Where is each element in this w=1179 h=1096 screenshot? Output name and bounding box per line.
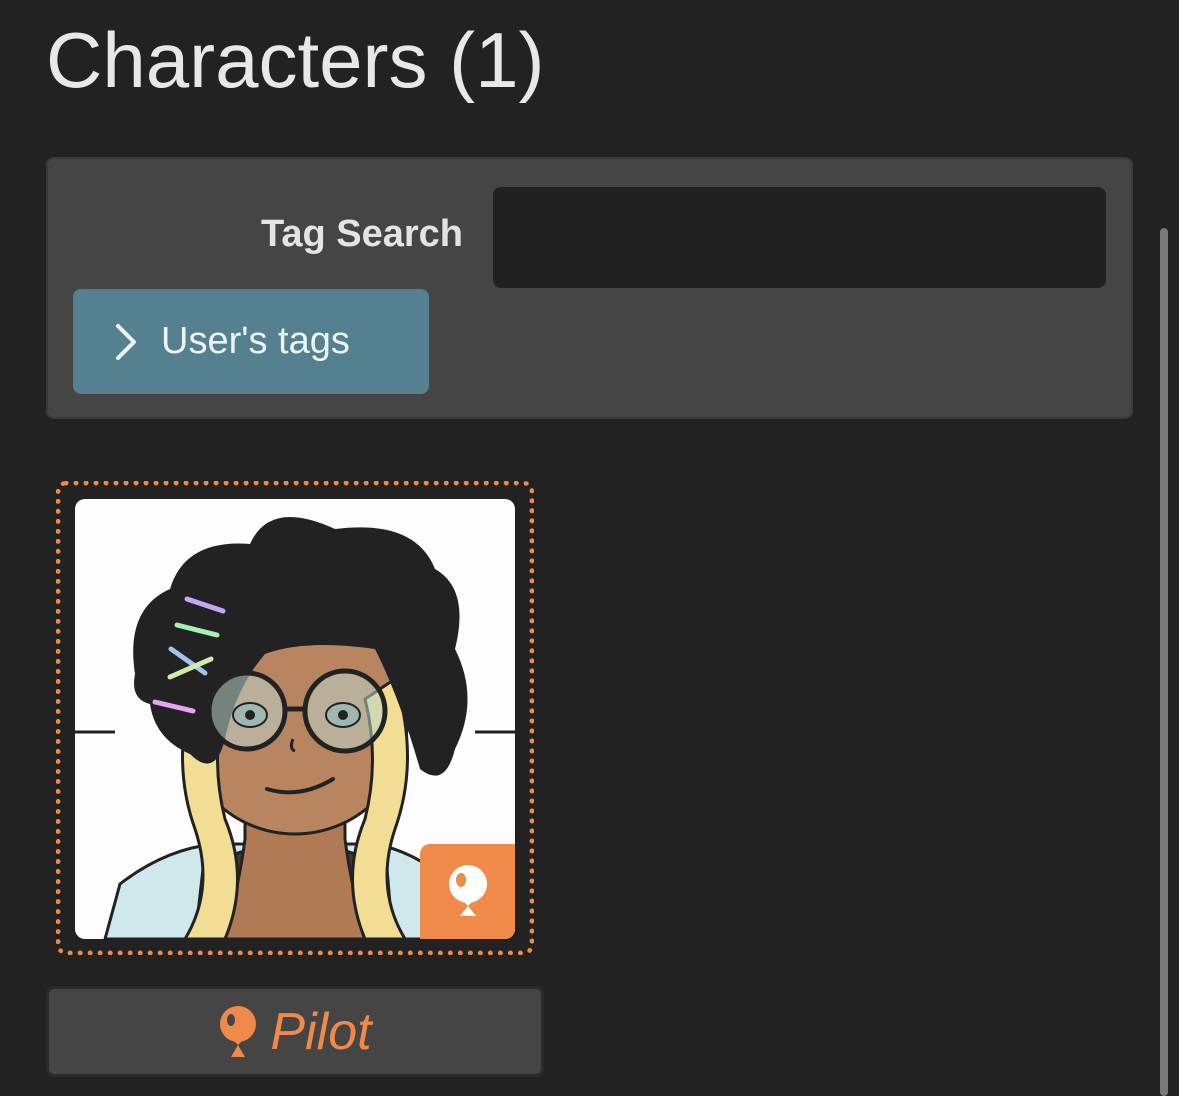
users-tags-button[interactable]: User's tags — [73, 289, 429, 394]
balloon-icon — [449, 865, 487, 916]
users-tags-label: User's tags — [161, 320, 350, 362]
scrollbar[interactable] — [1160, 228, 1168, 1096]
balloon-icon — [220, 1005, 257, 1057]
chevron-right-icon — [116, 323, 136, 360]
role-badge — [420, 844, 515, 939]
characters-page: Characters (1) Tag Search User's tags Pi… — [0, 0, 1179, 1096]
page-title: Characters (1) — [46, 16, 545, 104]
tag-search-panel: Tag Search User's tags — [46, 157, 1133, 419]
character-card[interactable] — [56, 481, 534, 955]
tag-search-label: Tag Search — [260, 213, 463, 255]
role-label: Pilot — [270, 1002, 372, 1061]
role-button-pilot[interactable]: Pilot — [46, 986, 544, 1077]
character-avatar[interactable] — [75, 499, 515, 939]
tag-search-input[interactable] — [493, 187, 1106, 288]
